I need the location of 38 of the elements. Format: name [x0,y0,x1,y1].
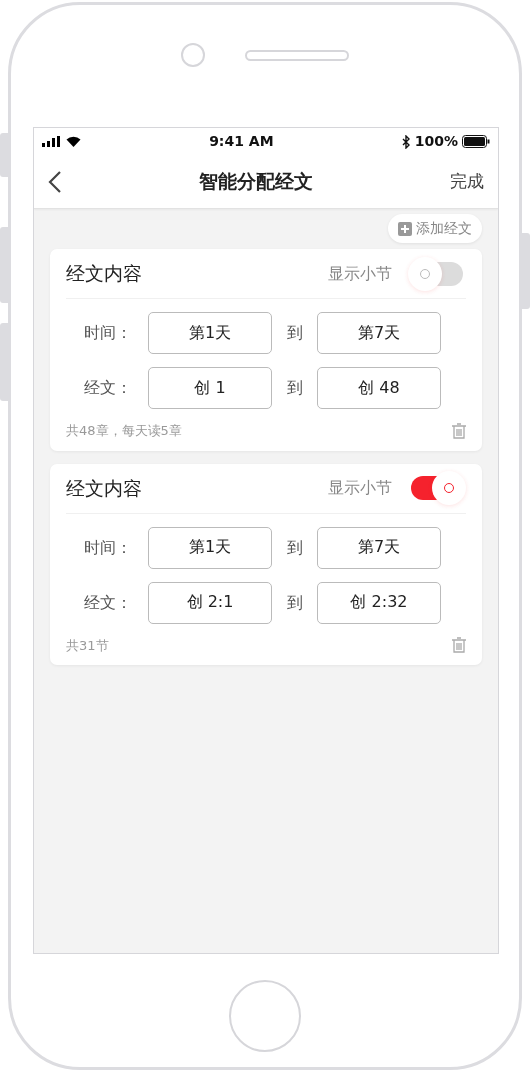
status-time: 9:41 AM [209,132,274,151]
field-label: 时间： [83,322,133,344]
signal-icon [42,136,62,147]
input-field[interactable]: 第1天 [148,526,272,569]
battery-percent: 100% [414,132,458,151]
wifi-icon [66,136,81,147]
input-field[interactable]: 第1天 [148,312,272,354]
delete-button[interactable] [452,422,466,439]
add-scripture-button[interactable]: 添加经文 [388,214,482,243]
input-field[interactable]: 创 2:1 [148,581,272,624]
field-label: 经文： [83,377,133,399]
plus-icon [398,221,412,236]
done-button[interactable]: 完成 [450,168,484,195]
range-separator: 到 [285,536,304,559]
bluetooth-icon [401,134,411,149]
input-field[interactable]: 创 1 [148,367,272,409]
card-title: 经文内容 [66,475,142,501]
delete-button[interactable] [452,637,466,654]
toggle-label: 显示小节 [328,477,392,499]
summary-text: 共48章，每天读5章 [66,422,182,440]
range-separator: 到 [285,322,304,344]
field-label: 经文： [83,591,133,614]
toggle-label: 显示小节 [328,262,392,285]
input-field[interactable]: 第7天 [317,526,441,569]
input-field[interactable]: 创 2:32 [317,581,441,624]
field-label: 时间： [83,536,133,559]
card-title: 经文内容 [66,261,142,287]
back-button[interactable] [48,169,62,194]
summary-text: 共31节 [66,636,109,655]
range-separator: 到 [285,377,304,399]
home-button[interactable] [229,980,301,1052]
input-field[interactable]: 第7天 [317,312,441,354]
page-title: 智能分配经文 [199,169,313,195]
camera-icon [181,43,205,67]
range-separator: 到 [285,591,304,614]
battery-icon [462,135,490,148]
input-field[interactable]: 创 48 [317,367,441,409]
speaker-icon [245,49,349,61]
